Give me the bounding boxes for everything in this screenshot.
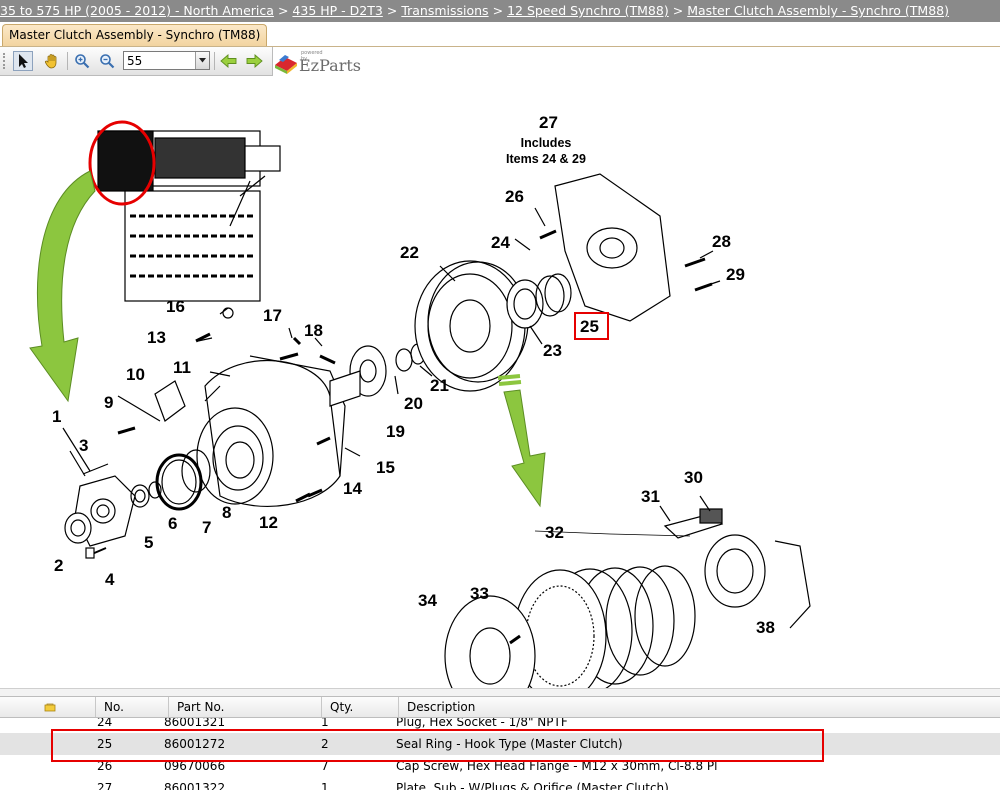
breadcrumb-link-assembly[interactable]: Master Clutch Assembly - Synchro (TM88) (687, 3, 949, 18)
cell-part-no: 86001322 (164, 781, 226, 790)
callout-34[interactable]: 34 (418, 592, 437, 609)
callout-4[interactable]: 4 (105, 571, 114, 588)
toolbar-divider (67, 52, 68, 70)
breadcrumb-link-model-range[interactable]: 35 to 575 HP (2005 - 2012) - North Ameri… (0, 3, 274, 18)
callout-26[interactable]: 26 (505, 188, 524, 205)
parts-grid-header: No. Part No. Qty. Description (0, 696, 1000, 718)
ezparts-logo-icon (275, 55, 297, 74)
pan-hand-button[interactable] (42, 51, 62, 71)
callout-9[interactable]: 9 (104, 394, 113, 411)
cell-description: Plate, Sub - W/Plugs & Orifice (Master C… (396, 781, 669, 790)
zoom-level-combobox[interactable] (123, 51, 210, 70)
callout-15[interactable]: 15 (376, 459, 395, 476)
callout-10[interactable]: 10 (126, 366, 145, 383)
cart-column-icon[interactable] (44, 702, 56, 716)
callout-2[interactable]: 2 (54, 557, 63, 574)
callout-7[interactable]: 7 (202, 519, 211, 536)
cell-qty: 1 (321, 781, 329, 790)
breadcrumb: 35 to 575 HP (2005 - 2012) - North Ameri… (0, 0, 1000, 22)
tab-master-clutch-assembly[interactable]: Master Clutch Assembly - Synchro (TM88) (2, 24, 268, 46)
back-button[interactable] (219, 51, 239, 71)
toolbar-divider (214, 52, 215, 70)
tab-bar: Master Clutch Assembly - Synchro (TM88) (0, 22, 1000, 47)
exploded-view-illustration (29, 120, 811, 688)
callout-33[interactable]: 33 (470, 585, 489, 602)
chevron-down-icon (199, 58, 206, 63)
breadcrumb-link-transmissions[interactable]: Transmissions (401, 3, 488, 18)
toolbar-grip-icon (3, 53, 9, 69)
callout-29[interactable]: 29 (726, 266, 745, 283)
callout-31[interactable]: 31 (641, 488, 660, 505)
callout-28[interactable]: 28 (712, 233, 731, 250)
parts-diagram[interactable]: 1 2 3 4 5 6 7 8 9 10 11 12 13 14 15 16 1… (0, 76, 1000, 688)
column-header-qty[interactable]: Qty. (321, 697, 400, 717)
breadcrumb-separator: > (277, 3, 289, 18)
forward-arrow-icon (246, 54, 263, 68)
column-header-no[interactable]: No. (95, 697, 166, 717)
cell-no: 27 (97, 781, 113, 790)
zoom-out-button[interactable] (97, 51, 117, 71)
callout-3[interactable]: 3 (79, 437, 88, 454)
column-header-part-no[interactable]: Part No. (168, 697, 327, 717)
callout-38[interactable]: 38 (756, 619, 775, 636)
callout-22[interactable]: 22 (400, 244, 419, 261)
pan-hand-icon (45, 54, 57, 69)
includes-note-line-2: Items 24 & 29 (506, 152, 586, 167)
zoom-out-icon (100, 54, 115, 69)
callout-25-highlight (574, 312, 609, 340)
forward-button[interactable] (244, 51, 264, 71)
callout-8[interactable]: 8 (222, 504, 231, 521)
includes-note: Includes Items 24 & 29 (503, 135, 589, 168)
breadcrumb-separator: > (672, 3, 684, 18)
callout-14[interactable]: 14 (343, 480, 362, 497)
callout-30[interactable]: 30 (684, 469, 703, 486)
breadcrumb-link-engine[interactable]: 435 HP - D2T3 (292, 3, 382, 18)
table-row[interactable]: 27 86001322 1 Plate, Sub - W/Plugs & Ori… (0, 777, 1000, 790)
callout-24[interactable]: 24 (491, 234, 510, 251)
back-arrow-icon (220, 54, 237, 68)
logo-text: EzParts (299, 56, 361, 75)
breadcrumb-separator: > (386, 3, 398, 18)
zoom-in-icon (75, 54, 90, 69)
zoom-dropdown-button[interactable] (195, 52, 209, 69)
zoom-level-input[interactable] (124, 52, 197, 69)
callout-16[interactable]: 16 (166, 298, 185, 315)
callout-23[interactable]: 23 (543, 342, 562, 359)
select-arrow-button[interactable] (13, 51, 33, 71)
select-arrow-icon (19, 54, 28, 68)
viewer-toolbar (0, 47, 273, 76)
includes-note-line-1: Includes (520, 136, 572, 150)
callout-20[interactable]: 20 (404, 395, 423, 412)
callout-21[interactable]: 21 (430, 377, 449, 394)
callout-5[interactable]: 5 (144, 534, 153, 551)
selected-row-highlight (51, 729, 824, 762)
callout-12[interactable]: 12 (259, 514, 278, 531)
breadcrumb-link-transmission-model[interactable]: 12 Speed Synchro (TM88) (507, 3, 669, 18)
callout-1[interactable]: 1 (52, 408, 61, 425)
callout-13[interactable]: 13 (147, 329, 166, 346)
callout-6[interactable]: 6 (168, 515, 177, 532)
callout-27[interactable]: 27 (539, 114, 558, 131)
zoom-in-button[interactable] (72, 51, 92, 71)
callout-18[interactable]: 18 (304, 322, 323, 339)
callout-32[interactable]: 32 (545, 524, 564, 541)
callout-11[interactable]: 11 (173, 359, 191, 376)
callout-17[interactable]: 17 (263, 307, 282, 324)
breadcrumb-separator: > (492, 3, 504, 18)
callout-19[interactable]: 19 (386, 423, 405, 440)
column-header-description[interactable]: Description (398, 697, 997, 717)
